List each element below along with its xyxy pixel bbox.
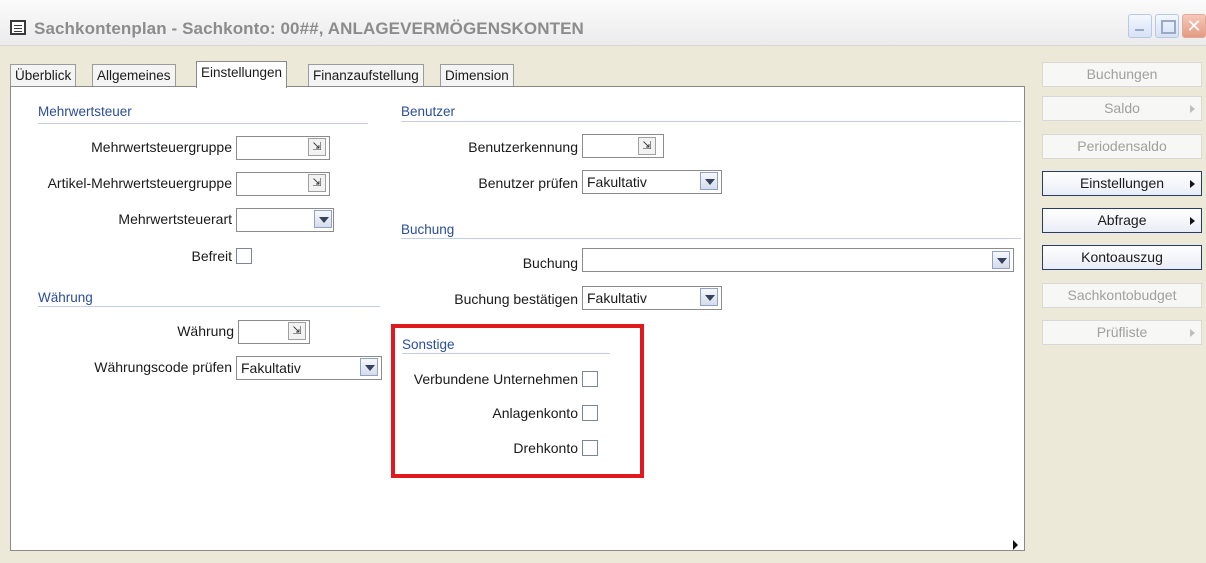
maximize-button[interactable] — [1155, 14, 1179, 38]
title-bar[interactable]: Sachkontenplan - Sachkonto: 00##, ANLAGE… — [0, 0, 1206, 46]
chevron-down-icon[interactable] — [314, 210, 332, 228]
sachkontobudget-button[interactable]: Sachkontobudget — [1042, 283, 1202, 308]
periodensaldo-button[interactable]: Periodensaldo — [1042, 134, 1202, 159]
section-divider — [38, 123, 368, 124]
buchung-bestaetigen-label: Buchung bestätigen — [454, 291, 578, 307]
chevron-right-icon — [1190, 329, 1195, 337]
tab-einstellungen[interactable]: Einstellungen — [196, 61, 288, 88]
artikel-mwst-gruppe-label: Artikel-Mehrwertsteuergruppe — [47, 175, 232, 191]
application-window: Sachkontenplan - Sachkonto: 00##, ANLAGE… — [0, 0, 1206, 563]
buchung-select[interactable] — [582, 248, 1014, 272]
section-title-waehrung: Währung — [38, 290, 93, 305]
mwst-art-label: Mehrwertsteuerart — [118, 211, 232, 227]
einstellungen-button[interactable]: Einstellungen — [1042, 171, 1202, 196]
section-divider — [38, 306, 380, 307]
highlight-box — [391, 324, 644, 478]
sachkontobudget-button-label: Sachkontobudget — [1067, 287, 1177, 303]
tab-allgemeines[interactable]: Allgemeines — [92, 64, 176, 87]
section-title-mehrwertsteuer: Mehrwertsteuer — [38, 104, 132, 119]
benutzer-pruefen-label: Benutzer prüfen — [478, 175, 578, 191]
pruefliste-button-label: Prüfliste — [1096, 324, 1148, 340]
section-title-buchung: Buchung — [401, 222, 455, 237]
chevron-right-icon — [1190, 105, 1195, 113]
befreit-checkbox[interactable] — [236, 248, 252, 264]
kontoauszug-button-label: Kontoauszug — [1081, 249, 1163, 265]
tab-dimension[interactable]: Dimension — [440, 64, 514, 87]
lookup-icon[interactable]: ⇲ — [288, 322, 306, 340]
lookup-icon[interactable]: ⇲ — [308, 174, 326, 192]
periodensaldo-button-label: Periodensaldo — [1077, 138, 1167, 154]
einstellungen-button-label: Einstellungen — [1079, 175, 1165, 191]
mwst-gruppe-label: Mehrwertsteuergruppe — [91, 139, 232, 155]
buchungen-button-label: Buchungen — [1086, 66, 1158, 82]
close-button[interactable]: ✕ — [1182, 14, 1206, 38]
section-title-benutzer: Benutzer — [401, 104, 456, 119]
buchung-label: Buchung — [522, 255, 578, 271]
settings-panel — [10, 86, 1025, 551]
saldo-button[interactable]: Saldo — [1042, 96, 1202, 121]
saldo-button-label: Saldo — [1104, 100, 1140, 116]
pruefliste-button[interactable]: Prüfliste — [1042, 320, 1202, 345]
chevron-down-icon[interactable] — [360, 358, 378, 376]
benutzerkennung-label: Benutzerkennung — [468, 139, 578, 155]
form-icon — [10, 20, 26, 35]
chevron-right-icon[interactable] — [1013, 540, 1018, 550]
kontoauszug-button[interactable]: Kontoauszug — [1042, 245, 1202, 270]
lookup-icon[interactable]: ⇲ — [308, 138, 326, 156]
window-title: Sachkontenplan - Sachkonto: 00##, ANLAGE… — [34, 19, 584, 38]
waehrung-label: Währung — [177, 323, 234, 339]
tab-ueberblick[interactable]: Überblick — [10, 64, 77, 87]
chevron-right-icon — [1190, 217, 1195, 225]
chevron-down-icon[interactable] — [700, 172, 718, 190]
tab-finanzaufstellung[interactable]: Finanzaufstellung — [308, 64, 424, 87]
chevron-down-icon[interactable] — [700, 288, 718, 306]
chevron-down-icon[interactable] — [992, 251, 1010, 269]
minimize-button[interactable] — [1128, 14, 1152, 38]
befreit-label: Befreit — [191, 248, 232, 264]
section-divider — [401, 238, 1021, 239]
lookup-icon[interactable]: ⇲ — [638, 137, 656, 155]
buchungen-button[interactable]: Buchungen — [1042, 62, 1202, 87]
abfrage-button[interactable]: Abfrage — [1042, 208, 1202, 233]
chevron-right-icon — [1190, 180, 1195, 188]
section-divider — [401, 121, 1021, 122]
abfrage-button-label: Abfrage — [1097, 212, 1147, 228]
waehrungscode-pruefen-label: Währungscode prüfen — [94, 359, 232, 375]
